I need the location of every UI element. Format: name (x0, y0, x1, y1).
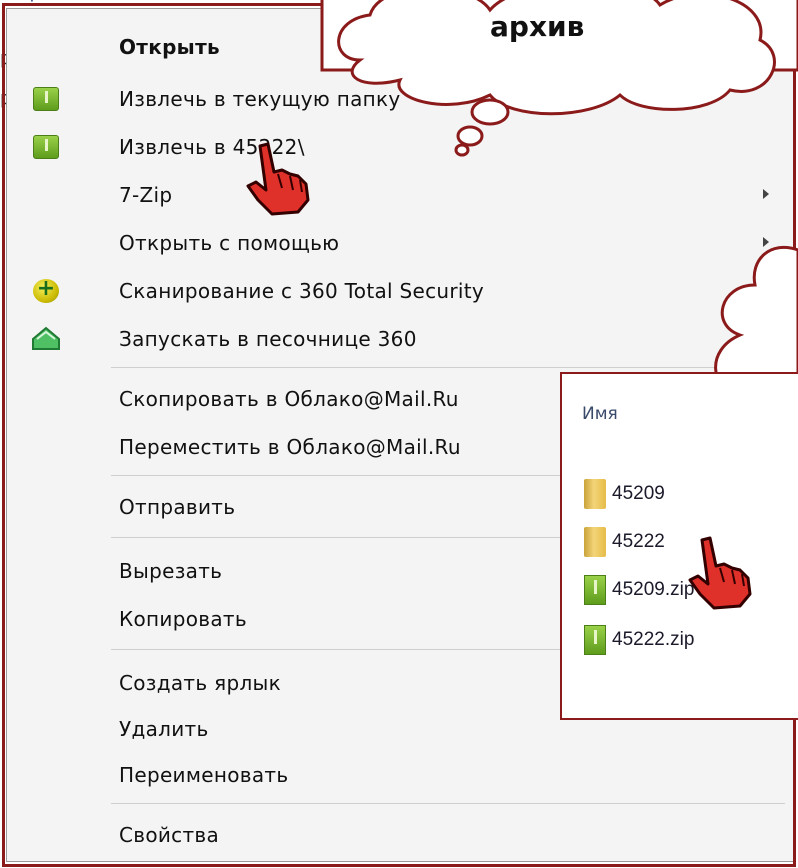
hand-cursor-icon (688, 536, 752, 610)
file-name: 45209 (612, 483, 665, 504)
zip-archive-icon (584, 625, 606, 655)
menu-item-label: Открыть с помощью (119, 231, 340, 255)
menu-item-label: Сканирование с 360 Total Security (119, 279, 485, 303)
menu-item-scan-360[interactable]: Сканирование с 360 Total Security (7, 269, 793, 313)
menu-separator (111, 803, 785, 804)
menu-separator (111, 367, 785, 368)
menu-item-label: Копировать (119, 607, 247, 631)
file-name: 45222 (612, 531, 665, 552)
folder-icon (584, 479, 606, 509)
menu-item-properties[interactable]: Свойства (7, 813, 793, 857)
menu-item-label: Запускать в песочнице 360 (119, 327, 417, 351)
submenu-arrow-icon (763, 189, 769, 199)
menu-item-label: Создать ярлык (119, 671, 281, 695)
menu-item-label: Открыть (119, 35, 220, 59)
security-scan-icon (33, 276, 59, 303)
menu-item-label: Отправить (119, 495, 236, 519)
zip-archive-icon (33, 135, 59, 159)
menu-item-label: Переместить в Облако@Mail.Ru (119, 435, 461, 459)
zip-archive-icon (33, 87, 59, 111)
menu-item-label: Вырезать (119, 559, 223, 583)
menu-item-sandbox-360[interactable]: Запускать в песочнице 360 (7, 317, 793, 361)
file-row-folder-45222[interactable]: 45222 (584, 522, 665, 562)
callout-text: архив (490, 10, 585, 43)
menu-item-label: 7-Zip (119, 183, 173, 207)
column-header-name[interactable]: Имя (582, 404, 618, 424)
folder-icon (584, 527, 606, 557)
menu-item-label: Переименовать (119, 763, 289, 787)
menu-item-label: Свойства (119, 823, 220, 847)
explorer-file-list: Имя 45209 45222 45209.zip 45222.zip (560, 372, 798, 720)
file-row-zip-45222[interactable]: 45222.zip (584, 620, 694, 660)
sandbox-icon (32, 326, 60, 350)
menu-item-label: Скопировать в Облако@Mail.Ru (119, 387, 459, 411)
menu-item-open-with[interactable]: Открыть с помощью (7, 221, 793, 265)
zip-archive-icon (584, 575, 606, 605)
menu-item-rename[interactable]: Переименовать (7, 753, 793, 797)
hand-cursor-icon (246, 142, 310, 216)
menu-item-label: Удалить (119, 717, 209, 741)
file-row-folder-45209[interactable]: 45209 (584, 474, 665, 514)
menu-item-7zip[interactable]: 7-Zip (7, 173, 793, 217)
file-name: 45222.zip (612, 629, 695, 650)
file-row-zip-45209[interactable]: 45209.zip (584, 570, 694, 610)
